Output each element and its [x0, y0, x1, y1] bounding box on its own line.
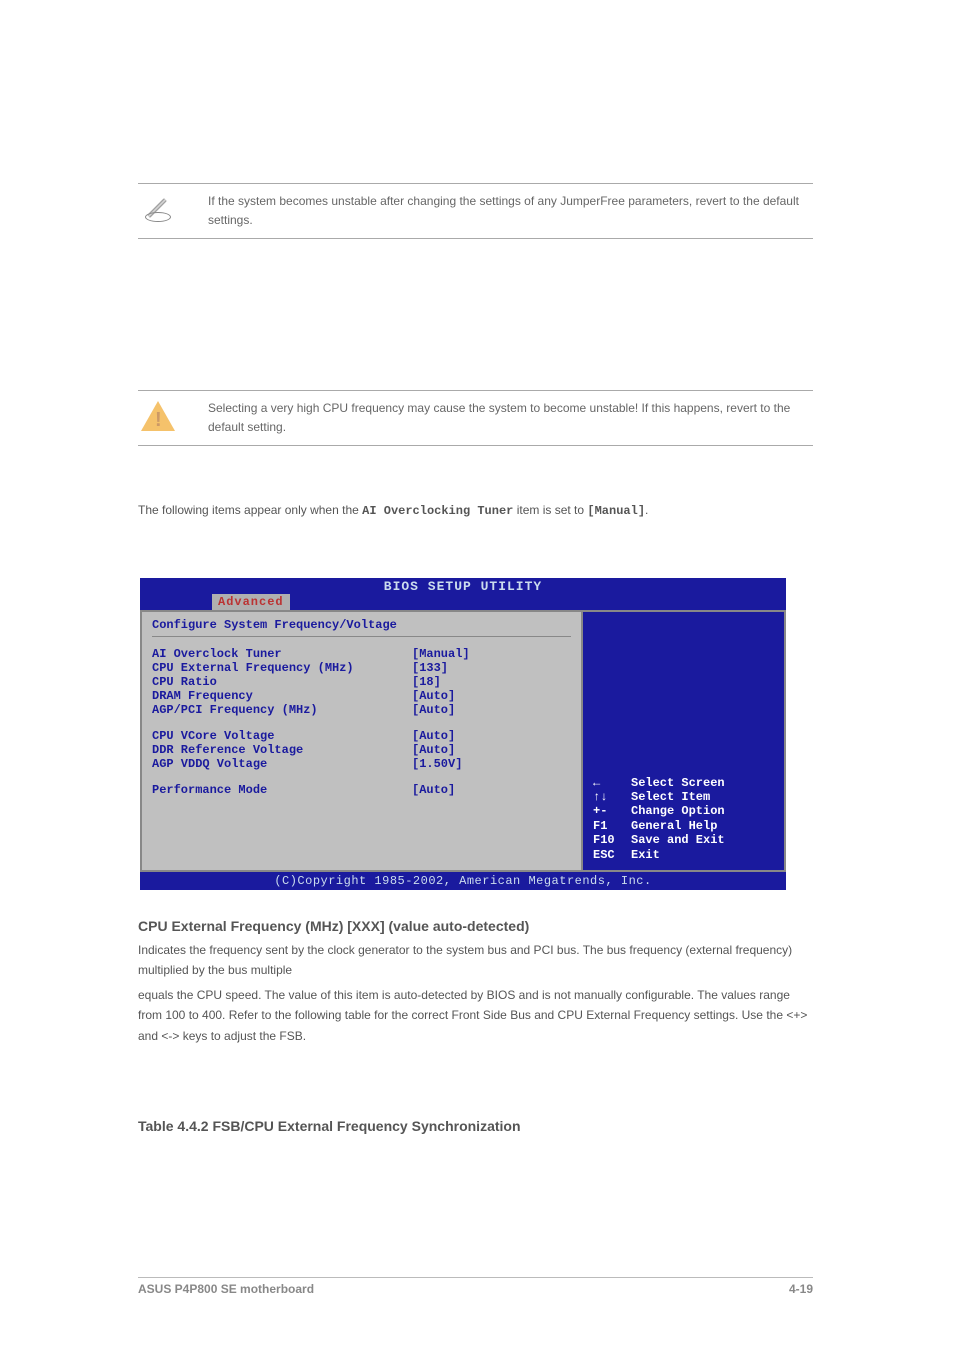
bios-row-ddr-ref-voltage[interactable]: DDR Reference Voltage[Auto] — [152, 743, 571, 757]
intro-text-part3: item is set to — [513, 503, 587, 517]
intro-text-part1: The following items appear only when the — [138, 503, 362, 517]
help-text: Save and Exit — [631, 833, 725, 847]
warn-separator-top — [138, 390, 813, 391]
bios-label: DDR Reference Voltage — [152, 743, 412, 757]
help-row-select-screen: ← Select Screen — [593, 776, 774, 790]
help-key: ESC — [593, 848, 623, 862]
help-key: F10 — [593, 833, 623, 847]
note-separator-bottom — [138, 238, 813, 239]
intro-text-part4: [Manual] — [587, 504, 645, 518]
bios-value: [18] — [412, 675, 441, 689]
bios-row-dram-freq[interactable]: DRAM Frequency[Auto] — [152, 689, 571, 703]
section-cpu-ext-freq-cont: equals the CPU speed. The value of this … — [138, 985, 813, 1046]
bios-value: [1.50V] — [412, 757, 462, 771]
bios-row-cpu-ratio[interactable]: CPU Ratio[18] — [152, 675, 571, 689]
intro-paragraph: The following items appear only when the… — [138, 500, 813, 521]
arrow-left-icon: ← — [593, 776, 623, 790]
help-text: Change Option — [631, 804, 725, 818]
help-row-change-option: +- Change Option — [593, 804, 774, 818]
help-text: Exit — [631, 848, 660, 862]
bios-value: [133] — [412, 661, 448, 675]
note-block-1: If the system becomes unstable after cha… — [138, 175, 813, 247]
bios-label: AI Overclock Tuner — [152, 647, 412, 661]
bios-label: AGP VDDQ Voltage — [152, 757, 412, 771]
bios-main-panel: Configure System Frequency/Voltage AI Ov… — [140, 610, 581, 872]
help-text: Select Item — [631, 790, 710, 804]
bios-label: DRAM Frequency — [152, 689, 412, 703]
bios-copyright-footer: (C)Copyright 1985-2002, American Megatre… — [140, 872, 786, 890]
pencil-note-icon — [138, 192, 178, 224]
intro-text-part2: AI Overclocking Tuner — [362, 504, 513, 518]
bios-label: AGP/PCI Frequency (MHz) — [152, 703, 412, 717]
help-text: Select Screen — [631, 776, 725, 790]
bios-row-ai-tuner[interactable]: AI Overclock Tuner[Manual] — [152, 647, 571, 661]
section-title: CPU External Frequency (MHz) [XXX] (valu… — [138, 918, 813, 934]
bios-row-agp-pci-freq[interactable]: AGP/PCI Frequency (MHz)[Auto] — [152, 703, 571, 717]
help-text: General Help — [631, 819, 717, 833]
note-text-1: If the system becomes unstable after cha… — [208, 192, 813, 230]
section-body: equals the CPU speed. The value of this … — [138, 985, 813, 1046]
bios-tab-advanced[interactable]: Advanced — [212, 594, 290, 610]
help-row-save-exit: F10 Save and Exit — [593, 833, 774, 847]
help-key: F1 — [593, 819, 623, 833]
bios-title: BIOS SETUP UTILITY — [384, 579, 542, 594]
note-block-2: ! Selecting a very high CPU frequency ma… — [138, 382, 813, 454]
help-row-select-item: ↑↓ Select Item — [593, 790, 774, 804]
bios-row-cpu-vcore[interactable]: CPU VCore Voltage[Auto] — [152, 729, 571, 743]
bios-label: CPU External Frequency (MHz) — [152, 661, 412, 675]
help-row-general-help: F1 General Help — [593, 819, 774, 833]
bios-help-panel: ← Select Screen ↑↓ Select Item +- Change Op… — [581, 610, 786, 872]
help-row-exit: ESC Exit — [593, 848, 774, 862]
section-title: Table 4.4.2 FSB/CPU External Frequency S… — [138, 1118, 813, 1134]
note-separator-top — [138, 183, 813, 184]
bios-label: CPU Ratio — [152, 675, 412, 689]
note-text-2: Selecting a very high CPU frequency may … — [208, 399, 813, 437]
bios-value: [Auto] — [412, 689, 455, 703]
bios-label: CPU VCore Voltage — [152, 729, 412, 743]
bios-value: [Auto] — [412, 703, 455, 717]
bios-label: Performance Mode — [152, 783, 412, 797]
bios-value: [Manual] — [412, 647, 470, 661]
footer-left: ASUS P4P800 SE motherboard — [138, 1282, 314, 1296]
bios-value: [Auto] — [412, 743, 455, 757]
bios-row-performance-mode[interactable]: Performance Mode[Auto] — [152, 783, 571, 797]
arrow-updown-icon: ↑↓ — [593, 790, 623, 804]
bios-value: [Auto] — [412, 729, 455, 743]
bios-row-agp-vddq[interactable]: AGP VDDQ Voltage[1.50V] — [152, 757, 571, 771]
section-body: Indicates the frequency sent by the cloc… — [138, 940, 813, 981]
section-table-caption: Table 4.4.2 FSB/CPU External Frequency S… — [138, 1118, 813, 1140]
footer-right: 4-19 — [789, 1282, 813, 1296]
bios-title-bar: BIOS SETUP UTILITY Advanced — [140, 578, 786, 610]
warning-icon: ! — [138, 399, 178, 431]
page-footer: ASUS P4P800 SE motherboard 4-19 — [138, 1277, 813, 1296]
bios-row-cpu-ext-freq[interactable]: CPU External Frequency (MHz)[133] — [152, 661, 571, 675]
intro-text-part5: . — [645, 503, 648, 517]
bios-value: [Auto] — [412, 783, 455, 797]
warn-separator-bottom — [138, 445, 813, 446]
section-cpu-ext-freq: CPU External Frequency (MHz) [XXX] (valu… — [138, 918, 813, 981]
bios-setup-window: BIOS SETUP UTILITY Advanced Configure Sy… — [138, 576, 788, 892]
bios-section-heading: Configure System Frequency/Voltage — [152, 618, 571, 637]
help-key: +- — [593, 804, 623, 818]
